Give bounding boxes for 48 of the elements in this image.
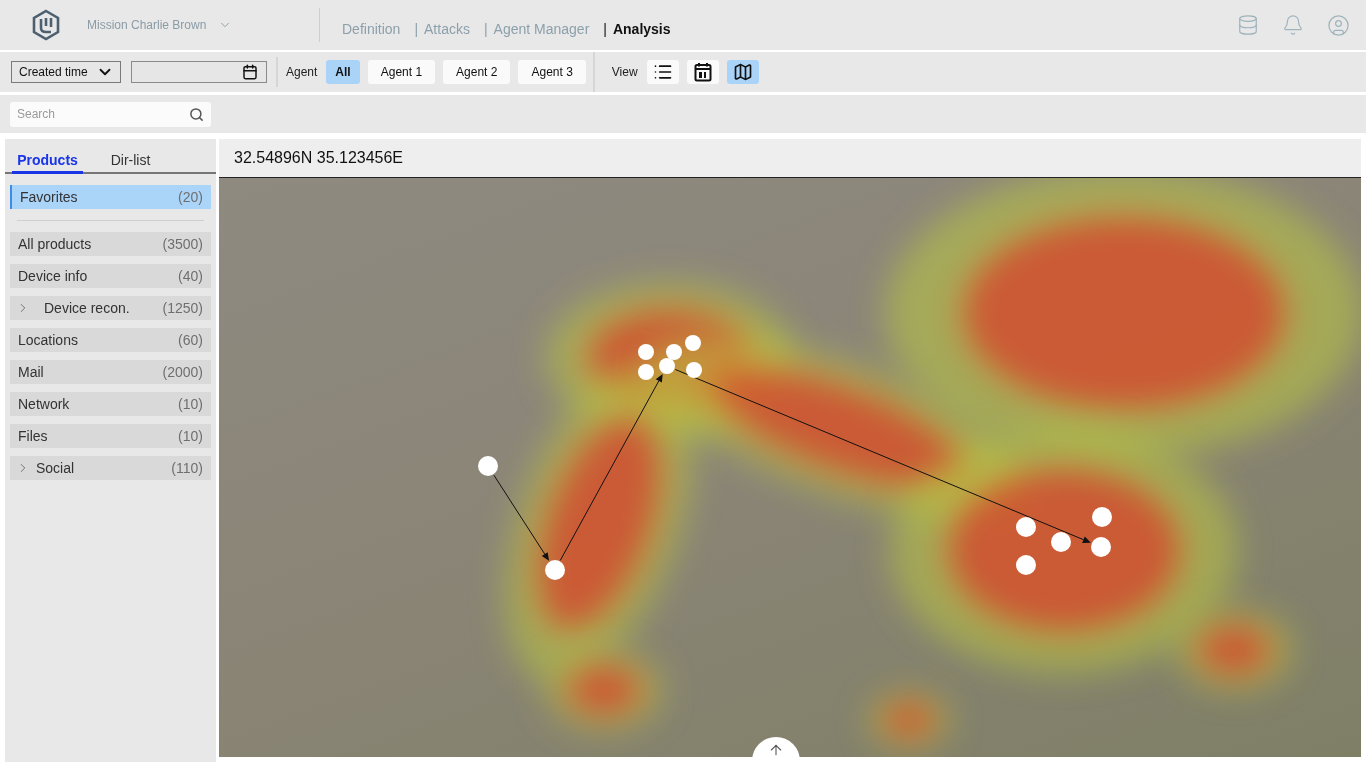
location-marker[interactable] xyxy=(659,358,675,374)
agent-label: Agent xyxy=(286,65,318,79)
location-marker[interactable] xyxy=(1092,507,1112,527)
location-marker[interactable] xyxy=(685,335,701,351)
sidebar-tab[interactable]: Dir-list xyxy=(83,150,178,174)
category-item[interactable]: Mail (2000) xyxy=(10,360,211,384)
time-filter-select[interactable]: Created time xyxy=(11,61,121,83)
nav-link[interactable]: Analysis xyxy=(612,20,671,37)
location-marker[interactable] xyxy=(1051,532,1071,552)
view-mode-button[interactable] xyxy=(646,60,679,84)
map-view-icon xyxy=(732,62,753,82)
nav-separator: | xyxy=(414,20,418,37)
view-mode-button[interactable] xyxy=(686,60,719,84)
location-marker[interactable] xyxy=(638,364,654,380)
location-marker[interactable] xyxy=(545,560,565,580)
coordinates-text: 32.54896N 35.123456E xyxy=(234,149,404,167)
favorites-item[interactable]: Favorites (20) xyxy=(10,185,211,209)
category-item[interactable]: Device info (40) xyxy=(10,264,211,288)
category-item[interactable]: All products (3500) xyxy=(10,232,211,256)
view-mode-button[interactable] xyxy=(726,60,759,84)
logo-icon xyxy=(30,9,62,41)
nav-separator: | xyxy=(483,20,488,37)
category-item[interactable]: Locations (60) xyxy=(10,328,211,352)
location-marker[interactable] xyxy=(666,344,682,360)
category-item[interactable]: Files (10) xyxy=(10,424,211,448)
agent-filter-button[interactable]: Agent 1 xyxy=(367,60,436,84)
location-marker[interactable] xyxy=(1016,555,1036,575)
category-item[interactable]: Network (10) xyxy=(10,392,211,416)
location-marker[interactable] xyxy=(1091,537,1111,557)
list-view-icon xyxy=(652,62,673,82)
agent-filter-button[interactable]: Agent 3 xyxy=(518,60,586,84)
date-field[interactable] xyxy=(131,61,267,83)
sidebar-tab[interactable]: Products xyxy=(12,150,83,174)
mission-name: Mission Charlie Brown xyxy=(87,18,207,32)
view-label: View xyxy=(611,65,638,79)
agent-filter-button[interactable]: Agent 2 xyxy=(443,60,511,84)
agent-filter-button[interactable]: All xyxy=(326,60,360,84)
location-marker[interactable] xyxy=(686,362,702,378)
location-marker[interactable] xyxy=(1016,517,1036,537)
calendar-view-icon xyxy=(693,62,712,82)
calendar-icon xyxy=(242,64,258,80)
search-icon[interactable] xyxy=(189,106,204,122)
category-item[interactable]: Device recon. (1250) xyxy=(10,296,211,320)
location-marker[interactable] xyxy=(638,344,654,360)
location-marker[interactable] xyxy=(478,456,498,476)
search-field[interactable]: Search xyxy=(10,101,211,127)
category-item[interactable]: Social (110) xyxy=(10,456,211,480)
nav-separator: | xyxy=(603,20,607,37)
